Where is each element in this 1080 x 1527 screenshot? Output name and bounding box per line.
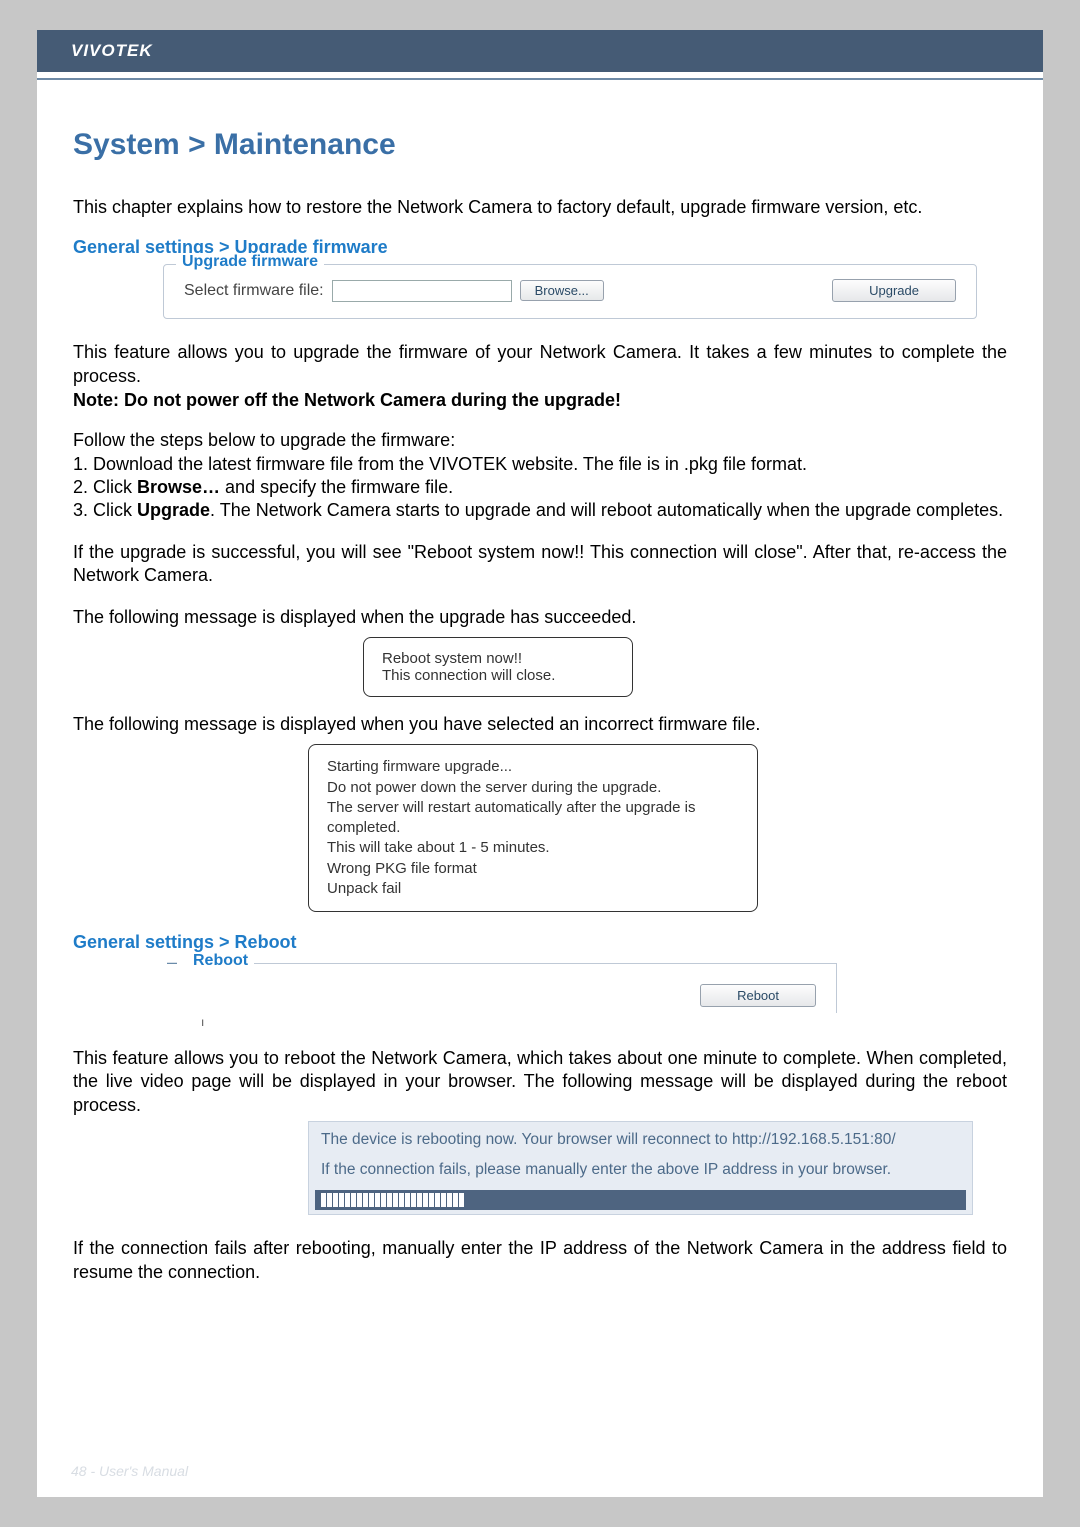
upgrade-button[interactable]: Upgrade bbox=[832, 279, 956, 302]
success-msg-line2: This connection will close. bbox=[382, 667, 614, 684]
fail-msg-line4: This will take about 1 - 5 minutes. bbox=[327, 838, 739, 858]
step3-bold: Upgrade bbox=[137, 500, 210, 520]
progress-bar bbox=[315, 1190, 966, 1210]
fail-message-box: Starting firmware upgrade... Do not powe… bbox=[308, 744, 758, 912]
upgrade-desc: This feature allows you to upgrade the f… bbox=[73, 341, 1007, 388]
legend-dash: – bbox=[163, 952, 181, 973]
upgrade-fieldset: Upgrade firmware Select firmware file: B… bbox=[163, 264, 977, 319]
content-area: System > Maintenance This chapter explai… bbox=[37, 80, 1043, 1284]
step2-bold: Browse… bbox=[137, 477, 220, 497]
steps-intro: Follow the steps below to upgrade the fi… bbox=[73, 429, 1007, 452]
fail-msg-line1: Starting firmware upgrade... bbox=[327, 757, 739, 777]
reboot-legend: Reboot bbox=[187, 952, 254, 970]
reboot-closing: If the connection fails after rebooting,… bbox=[73, 1237, 1007, 1284]
fail-msg-line3: The server will restart automatically af… bbox=[327, 798, 739, 839]
progress-block bbox=[327, 1193, 332, 1207]
step3-suffix: . The Network Camera starts to upgrade a… bbox=[210, 500, 1003, 520]
progress-block bbox=[375, 1193, 380, 1207]
success-msg-line1: Reboot system now!! bbox=[382, 650, 614, 667]
page-footer: 48 - User's Manual bbox=[71, 1463, 188, 1479]
msg-success-intro: The following message is displayed when … bbox=[73, 606, 1007, 629]
upgrade-steps: Follow the steps below to upgrade the fi… bbox=[73, 429, 1007, 523]
progress-block bbox=[369, 1193, 374, 1207]
upgrade-controls-row: Select firmware file: Browse... Upgrade bbox=[184, 279, 956, 302]
progress-block bbox=[459, 1193, 464, 1207]
reboot-message-panel: The device is rebooting now. Your browse… bbox=[308, 1121, 973, 1215]
progress-block bbox=[411, 1193, 416, 1207]
intro-paragraph: This chapter explains how to restore the… bbox=[73, 196, 1007, 219]
step2-prefix: 2. Click bbox=[73, 477, 137, 497]
reboot-section-title: General settings > Reboot bbox=[73, 932, 1007, 953]
progress-block bbox=[339, 1193, 344, 1207]
reboot-msg-line2: If the connection fails, please manually… bbox=[315, 1156, 966, 1186]
success-message-box: Reboot system now!! This connection will… bbox=[363, 637, 633, 697]
progress-block bbox=[333, 1193, 338, 1207]
firmware-file-input[interactable] bbox=[332, 280, 512, 302]
reboot-fieldset: – Reboot Reboot bbox=[193, 963, 837, 1013]
progress-block bbox=[363, 1193, 368, 1207]
progress-block bbox=[387, 1193, 392, 1207]
page: VIVOTEK System > Maintenance This chapte… bbox=[37, 30, 1043, 1497]
fail-msg-line2: Do not power down the server during the … bbox=[327, 778, 739, 798]
progress-block bbox=[393, 1193, 398, 1207]
progress-block bbox=[351, 1193, 356, 1207]
tick-mark: ı bbox=[201, 1015, 1007, 1029]
step3-prefix: 3. Click bbox=[73, 500, 137, 520]
step-1: 1. Download the latest firmware file fro… bbox=[73, 453, 1007, 476]
success-intro: If the upgrade is successful, you will s… bbox=[73, 541, 1007, 588]
step-2: 2. Click Browse… and specify the firmwar… bbox=[73, 476, 1007, 499]
progress-block bbox=[399, 1193, 404, 1207]
reboot-desc: This feature allows you to reboot the Ne… bbox=[73, 1047, 1007, 1117]
page-title: System > Maintenance bbox=[73, 128, 1007, 162]
brand-logo: VIVOTEK bbox=[71, 41, 153, 61]
step2-suffix: and specify the firmware file. bbox=[220, 477, 453, 497]
progress-block bbox=[447, 1193, 452, 1207]
page-header: VIVOTEK bbox=[37, 30, 1043, 72]
upgrade-note: Note: Do not power off the Network Camer… bbox=[73, 390, 1007, 411]
progress-block bbox=[321, 1193, 326, 1207]
progress-block bbox=[417, 1193, 422, 1207]
progress-block bbox=[429, 1193, 434, 1207]
progress-block bbox=[453, 1193, 458, 1207]
progress-block bbox=[381, 1193, 386, 1207]
browse-button[interactable]: Browse... bbox=[520, 280, 604, 301]
upgrade-legend: Upgrade firmware bbox=[176, 253, 324, 271]
progress-block bbox=[435, 1193, 440, 1207]
progress-block bbox=[405, 1193, 410, 1207]
progress-block bbox=[423, 1193, 428, 1207]
progress-block bbox=[441, 1193, 446, 1207]
firmware-file-label: Select firmware file: bbox=[184, 282, 324, 300]
fail-msg-line6: Unpack fail bbox=[327, 879, 739, 899]
msg-fail-intro: The following message is displayed when … bbox=[73, 713, 1007, 736]
progress-block bbox=[357, 1193, 362, 1207]
reboot-msg-line1: The device is rebooting now. Your browse… bbox=[315, 1126, 966, 1156]
reboot-button[interactable]: Reboot bbox=[700, 984, 816, 1007]
reboot-row: Reboot bbox=[213, 984, 816, 1007]
step-3: 3. Click Upgrade. The Network Camera sta… bbox=[73, 499, 1007, 522]
progress-block bbox=[345, 1193, 350, 1207]
fail-msg-line5: Wrong PKG file format bbox=[327, 859, 739, 879]
